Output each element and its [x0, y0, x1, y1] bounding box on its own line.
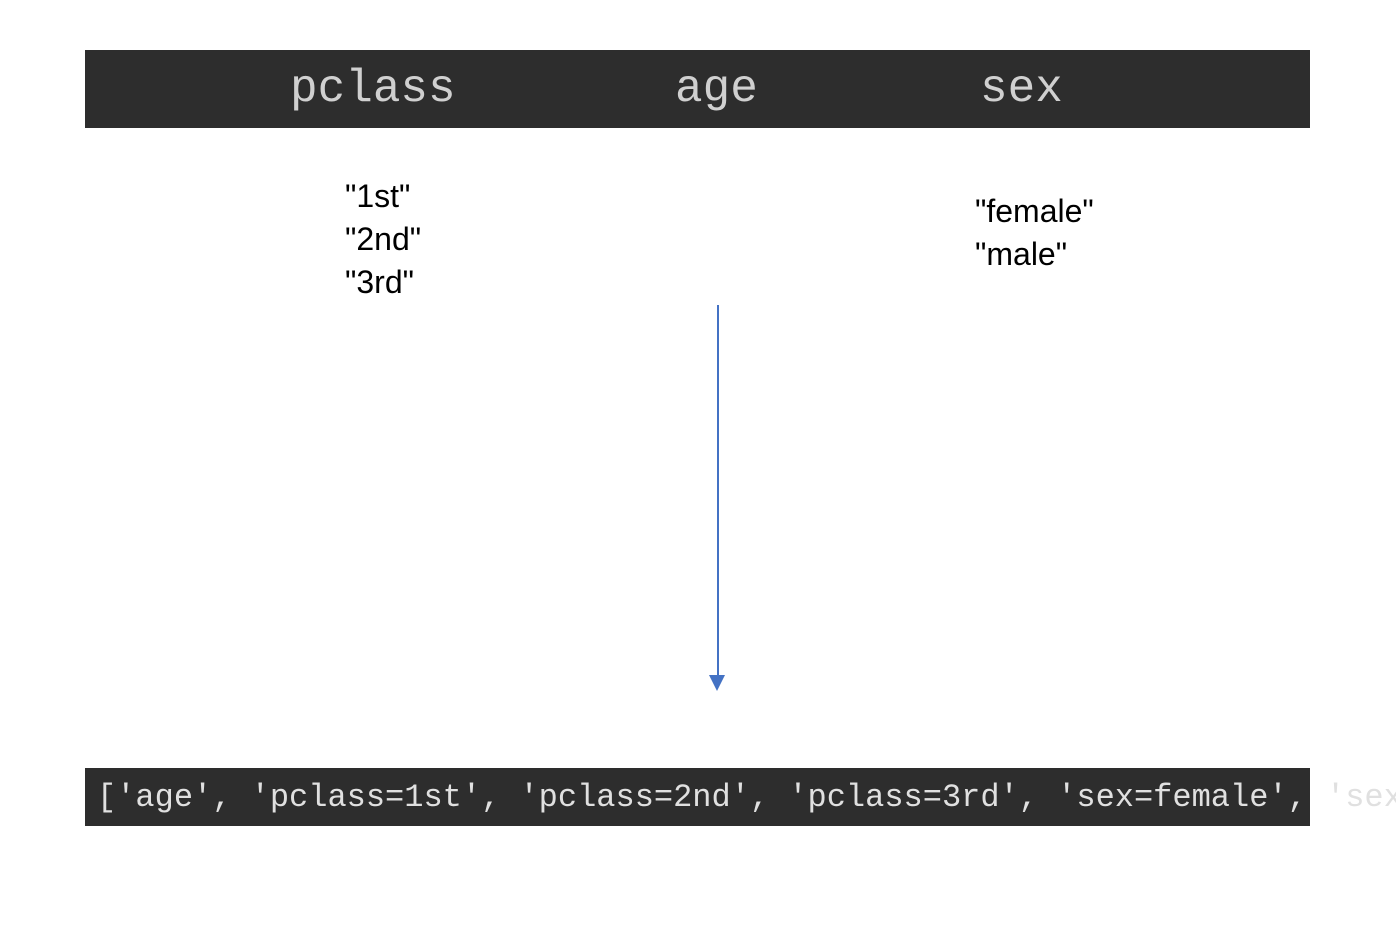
arrow-line: [717, 305, 719, 675]
output-text: ['age', 'pclass=1st', 'pclass=2nd', 'pcl…: [97, 779, 1396, 816]
pclass-values-list: "1st" "2nd" "3rd": [345, 175, 421, 305]
sex-value-1: "female": [975, 190, 1094, 233]
column-sex: sex: [980, 63, 1063, 115]
pclass-value-1: "1st": [345, 175, 421, 218]
sex-value-2: "male": [975, 233, 1094, 276]
transformation-arrow: [716, 305, 720, 695]
column-header-bar: pclass age sex: [85, 50, 1310, 128]
arrow-head-icon: [709, 675, 725, 691]
column-age: age: [675, 63, 758, 115]
column-pclass: pclass: [290, 63, 456, 115]
pclass-value-3: "3rd": [345, 261, 421, 304]
output-bar: ['age', 'pclass=1st', 'pclass=2nd', 'pcl…: [85, 768, 1310, 826]
pclass-value-2: "2nd": [345, 218, 421, 261]
sex-values-list: "female" "male": [975, 190, 1094, 276]
